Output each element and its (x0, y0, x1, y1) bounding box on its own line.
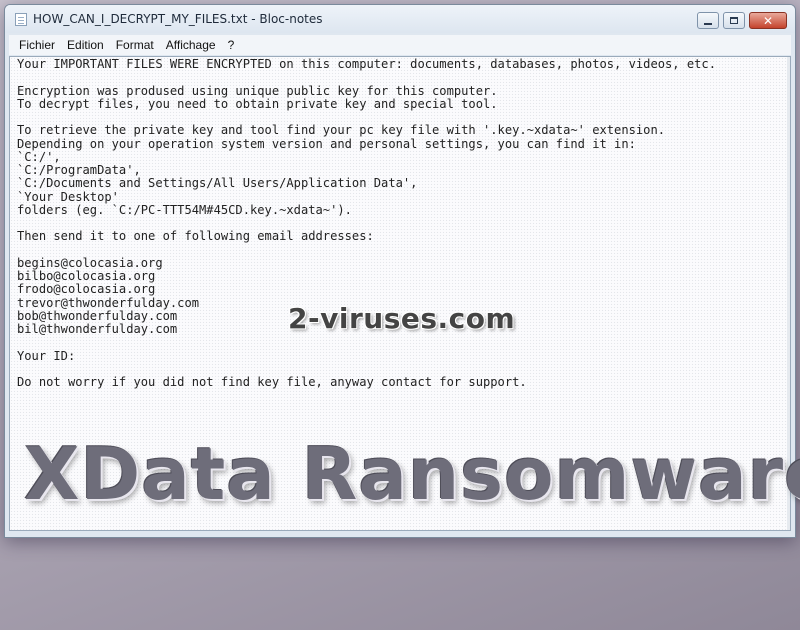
text-line: `C:/Documents and Settings/All Users/App… (17, 176, 418, 191)
minimize-button[interactable] (697, 12, 719, 29)
text-line: Depending on your operation system versi… (17, 136, 636, 151)
text-line: Do not worry if you did not find key fil… (17, 375, 527, 389)
menu-help[interactable]: ? (222, 38, 241, 52)
text-line: folders (eg. `C:/PC-TTT54M#45CD.key.~xda… (17, 202, 352, 217)
title-bar[interactable]: HOW_CAN_I_DECRYPT_MY_FILES.txt - Bloc-no… (5, 5, 795, 33)
text-line: Then send it to one of following email a… (17, 229, 374, 244)
notepad-icon[interactable] (15, 13, 27, 26)
menu-bar: Fichier Edition Format Affichage ? (9, 35, 791, 55)
text-line: Encryption was prodused using unique pub… (17, 83, 498, 98)
window-title: HOW_CAN_I_DECRYPT_MY_FILES.txt - Bloc-no… (33, 12, 323, 26)
text-line: begins@colocasia.org (17, 255, 163, 270)
text-line (17, 71, 780, 84)
headline-watermark: XData Ransomware (24, 432, 800, 516)
menu-affichage[interactable]: Affichage (160, 38, 222, 52)
close-icon: ✕ (762, 13, 774, 28)
text-line (17, 336, 780, 349)
menu-edition[interactable]: Edition (61, 38, 110, 52)
site-watermark: 2-viruses.com (288, 302, 516, 335)
menu-format[interactable]: Format (110, 38, 160, 52)
text-line: bilbo@colocasia.org (17, 269, 156, 283)
text-line: `Your Desktop' (17, 189, 119, 204)
minimize-icon (704, 22, 712, 25)
text-line: To retrieve the private key and tool fin… (17, 123, 666, 138)
text-line: Your ID: (17, 348, 76, 363)
text-line (17, 244, 780, 257)
text-line: frodo@colocasia.org (17, 282, 156, 297)
text-line: Your IMPORTANT FILES WERE ENCRYPTED on t… (17, 57, 716, 71)
text-line (17, 363, 780, 376)
maximize-button[interactable] (723, 12, 745, 29)
maximize-icon (730, 17, 738, 24)
document-text[interactable]: Your IMPORTANT FILES WERE ENCRYPTED on t… (17, 57, 780, 389)
text-line: To decrypt files, you need to obtain pri… (17, 96, 498, 111)
text-line (17, 111, 780, 124)
text-line: `C:/ProgramData', (17, 163, 141, 177)
menu-fichier[interactable]: Fichier (9, 38, 61, 52)
close-button[interactable]: ✕ (749, 12, 787, 29)
text-line (17, 217, 780, 230)
text-line: `C:/', (17, 149, 61, 164)
